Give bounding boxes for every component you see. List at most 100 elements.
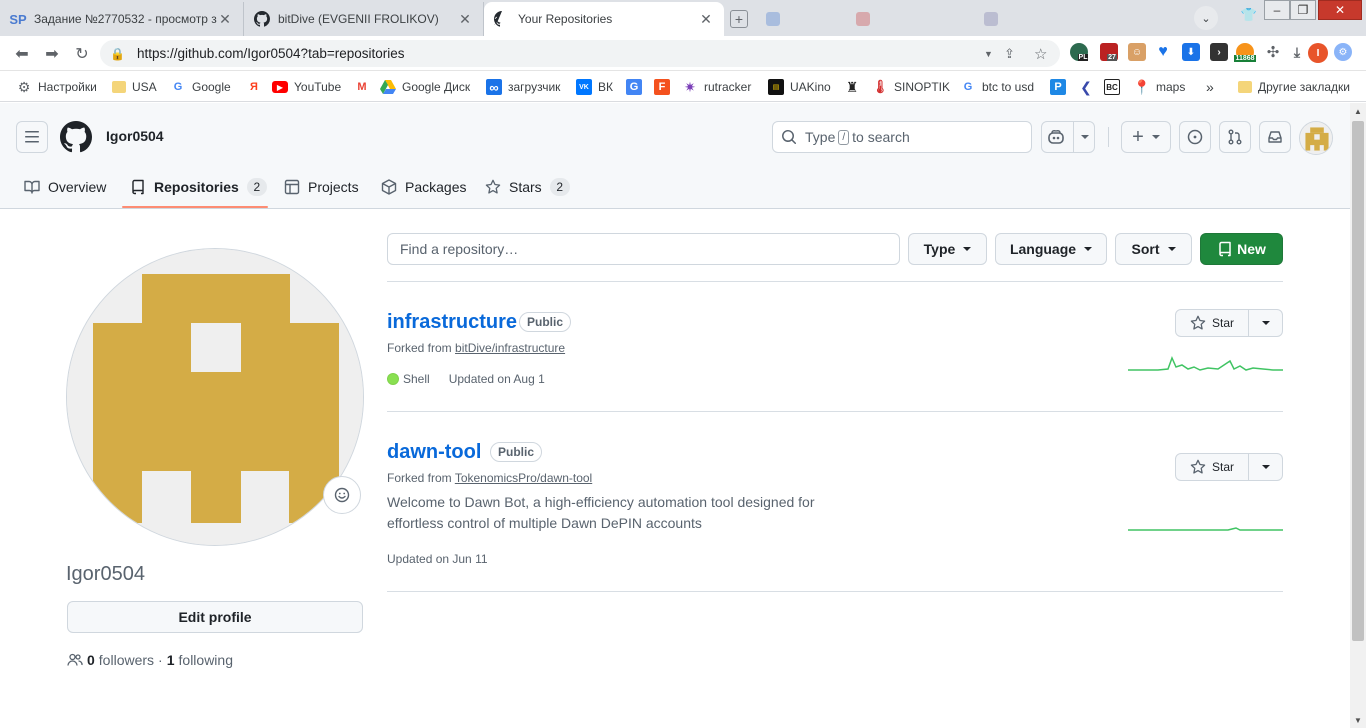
bookmark-usa[interactable]: USA [112, 78, 157, 96]
vk-icon: VK [576, 79, 592, 95]
extension-globe-icon[interactable]: PL [1070, 43, 1089, 61]
bookmark-google[interactable]: G Google [170, 78, 231, 96]
more-bookmarks[interactable]: » [1206, 78, 1214, 96]
forked-from-link[interactable]: bitDive/infrastructure [455, 341, 565, 355]
header-divider [1108, 127, 1109, 147]
tab-projects[interactable]: Projects [284, 164, 359, 209]
star-list-dropdown[interactable] [1249, 453, 1283, 481]
header-username[interactable]: Igor0504 [106, 128, 164, 144]
bookmark-uakino[interactable]: ▤ UAKino [768, 78, 831, 96]
extension-calendar-icon[interactable]: 27 [1100, 43, 1118, 61]
bookmark-yandex[interactable]: Я [246, 78, 268, 96]
star-list-dropdown[interactable] [1249, 309, 1283, 337]
forked-from-link[interactable]: TokenomicsPro/dawn-tool [455, 471, 592, 485]
extension-download-icon[interactable]: ⬇ [1182, 43, 1200, 61]
other-bookmarks[interactable]: Другие закладки [1238, 78, 1350, 96]
github-page: Igor0504 Type / to search + Overview Rep… [0, 103, 1350, 728]
tab-search-icon[interactable]: ⌄ [1194, 6, 1218, 30]
bookmark-downloader[interactable]: ∞ загрузчик [486, 78, 560, 96]
profile-avatar-icon[interactable]: I [1308, 43, 1328, 63]
bookmark-vk[interactable]: VK ВК [576, 78, 613, 96]
tab-repositories[interactable]: Repositories 2 [130, 164, 267, 209]
browser-tab-2[interactable]: bitDive (EVGENII FROLIKOV) ✕ [244, 2, 484, 36]
find-repository-input[interactable] [387, 233, 900, 265]
bookmark-google-drive[interactable]: Google Диск [380, 78, 470, 96]
global-search-input[interactable]: Type / to search [772, 121, 1032, 153]
github-logo-icon[interactable] [60, 121, 92, 153]
bookmark-youtube[interactable]: ▶ YouTube [272, 78, 341, 96]
tab-overview[interactable]: Overview [24, 164, 106, 209]
minimize-icon[interactable]: – [1264, 0, 1290, 20]
menu-button[interactable] [16, 121, 48, 153]
reload-icon[interactable]: ↻ [72, 44, 92, 64]
tab-stars[interactable]: Stars 2 [485, 164, 570, 209]
set-status-button[interactable] [323, 476, 361, 514]
close-icon[interactable]: ✕ [457, 11, 473, 27]
bookmark-maps[interactable]: 📍 maps [1133, 78, 1185, 96]
edit-profile-button[interactable]: Edit profile [67, 601, 363, 633]
star-button[interactable]: Star [1175, 309, 1249, 337]
page-scrollbar[interactable]: ▲ ▼ [1350, 103, 1366, 728]
bookmark-star-icon[interactable]: ☆ [1034, 40, 1047, 67]
google-icon: G [173, 81, 183, 93]
inbox-button[interactable] [1259, 121, 1291, 153]
scrollbar-thumb[interactable] [1352, 121, 1364, 641]
extension-terminal-icon[interactable]: › [1210, 43, 1228, 61]
bookmark-figure[interactable]: ♜ [844, 78, 866, 96]
maximize-icon[interactable]: ❐ [1290, 0, 1316, 20]
scroll-up-icon[interactable]: ▲ [1350, 103, 1366, 119]
browser-tab-1[interactable]: SP Задание №2770532 - просмотр з ✕ [0, 2, 244, 36]
following-count[interactable]: 1 [167, 652, 175, 668]
scroll-down-icon[interactable]: ▼ [1350, 712, 1366, 728]
bookmark-settings[interactable]: ⚙ Настройки [16, 78, 97, 96]
close-icon[interactable]: ✕ [217, 11, 233, 27]
bookmark-btc-to-usd[interactable]: Gbtc to usd [960, 78, 1034, 96]
browser-tab-3-active[interactable]: Your Repositories ✕ [484, 2, 724, 36]
share-icon[interactable]: ⇪ [1004, 40, 1015, 67]
forward-icon[interactable]: ➡ [42, 44, 62, 64]
repo-name-link[interactable]: infrastructure [387, 311, 517, 334]
background-tabs [752, 2, 1177, 36]
pull-requests-button[interactable] [1219, 121, 1251, 153]
address-bar[interactable]: 🔒 https://github.com/Igor0504?tab=reposi… [100, 40, 1060, 67]
extension-bitcoin-icon[interactable]: 11868 [1234, 43, 1256, 62]
language-filter-button[interactable]: Language [995, 233, 1107, 265]
bookmark-gmail[interactable]: M [354, 78, 376, 96]
bookmark-f[interactable]: F [654, 78, 676, 96]
shirt-icon[interactable]: 👕 [1240, 6, 1258, 24]
bookmark-rutracker[interactable]: ✷ rutracker [682, 78, 751, 96]
extension-settings-icon[interactable]: ⚙ [1334, 43, 1352, 61]
bookmark-sinoptik[interactable]: 🌡 SINOPTIK [872, 78, 950, 96]
extension-face-icon[interactable]: ☺ [1128, 43, 1146, 61]
youtube-icon: ▶ [272, 81, 288, 93]
sort-filter-button[interactable]: Sort [1115, 233, 1192, 265]
issues-button[interactable] [1179, 121, 1211, 153]
bookmark-arrow[interactable]: ❮ [1078, 78, 1100, 96]
followers-count[interactable]: 0 [87, 652, 95, 668]
repo-name-link[interactable]: dawn-tool [387, 441, 481, 464]
followers-link[interactable]: followers [99, 652, 154, 668]
extensions-puzzle-icon[interactable]: ✣ [1264, 43, 1282, 61]
extension-heart-icon[interactable]: ♥ [1154, 43, 1172, 61]
star-button[interactable]: Star [1175, 453, 1249, 481]
profile-avatar[interactable] [66, 248, 364, 546]
new-repository-button[interactable]: New [1200, 233, 1283, 265]
create-new-button[interactable]: + [1121, 121, 1171, 153]
close-icon[interactable]: ✕ [698, 11, 714, 27]
star-icon [1190, 459, 1206, 474]
type-filter-button[interactable]: Type [908, 233, 987, 265]
downloads-icon[interactable]: ⤓ [1288, 43, 1306, 61]
close-window-icon[interactable]: ✕ [1318, 0, 1362, 20]
bookmark-p[interactable]: P [1050, 78, 1072, 96]
new-tab-icon[interactable]: + [730, 10, 748, 28]
following-link[interactable]: following [179, 652, 233, 668]
user-avatar[interactable] [1299, 121, 1333, 155]
copilot-button[interactable] [1041, 121, 1095, 153]
bookmark-translate[interactable]: G [626, 78, 648, 96]
bc-icon: BC [1104, 79, 1120, 95]
dropdown-icon[interactable]: ▼ [984, 40, 993, 67]
back-icon[interactable]: ⬅ [12, 44, 32, 64]
chevron-down-icon [1167, 247, 1176, 251]
bookmark-bc[interactable]: BC [1104, 78, 1126, 96]
tab-packages[interactable]: Packages [381, 164, 466, 209]
